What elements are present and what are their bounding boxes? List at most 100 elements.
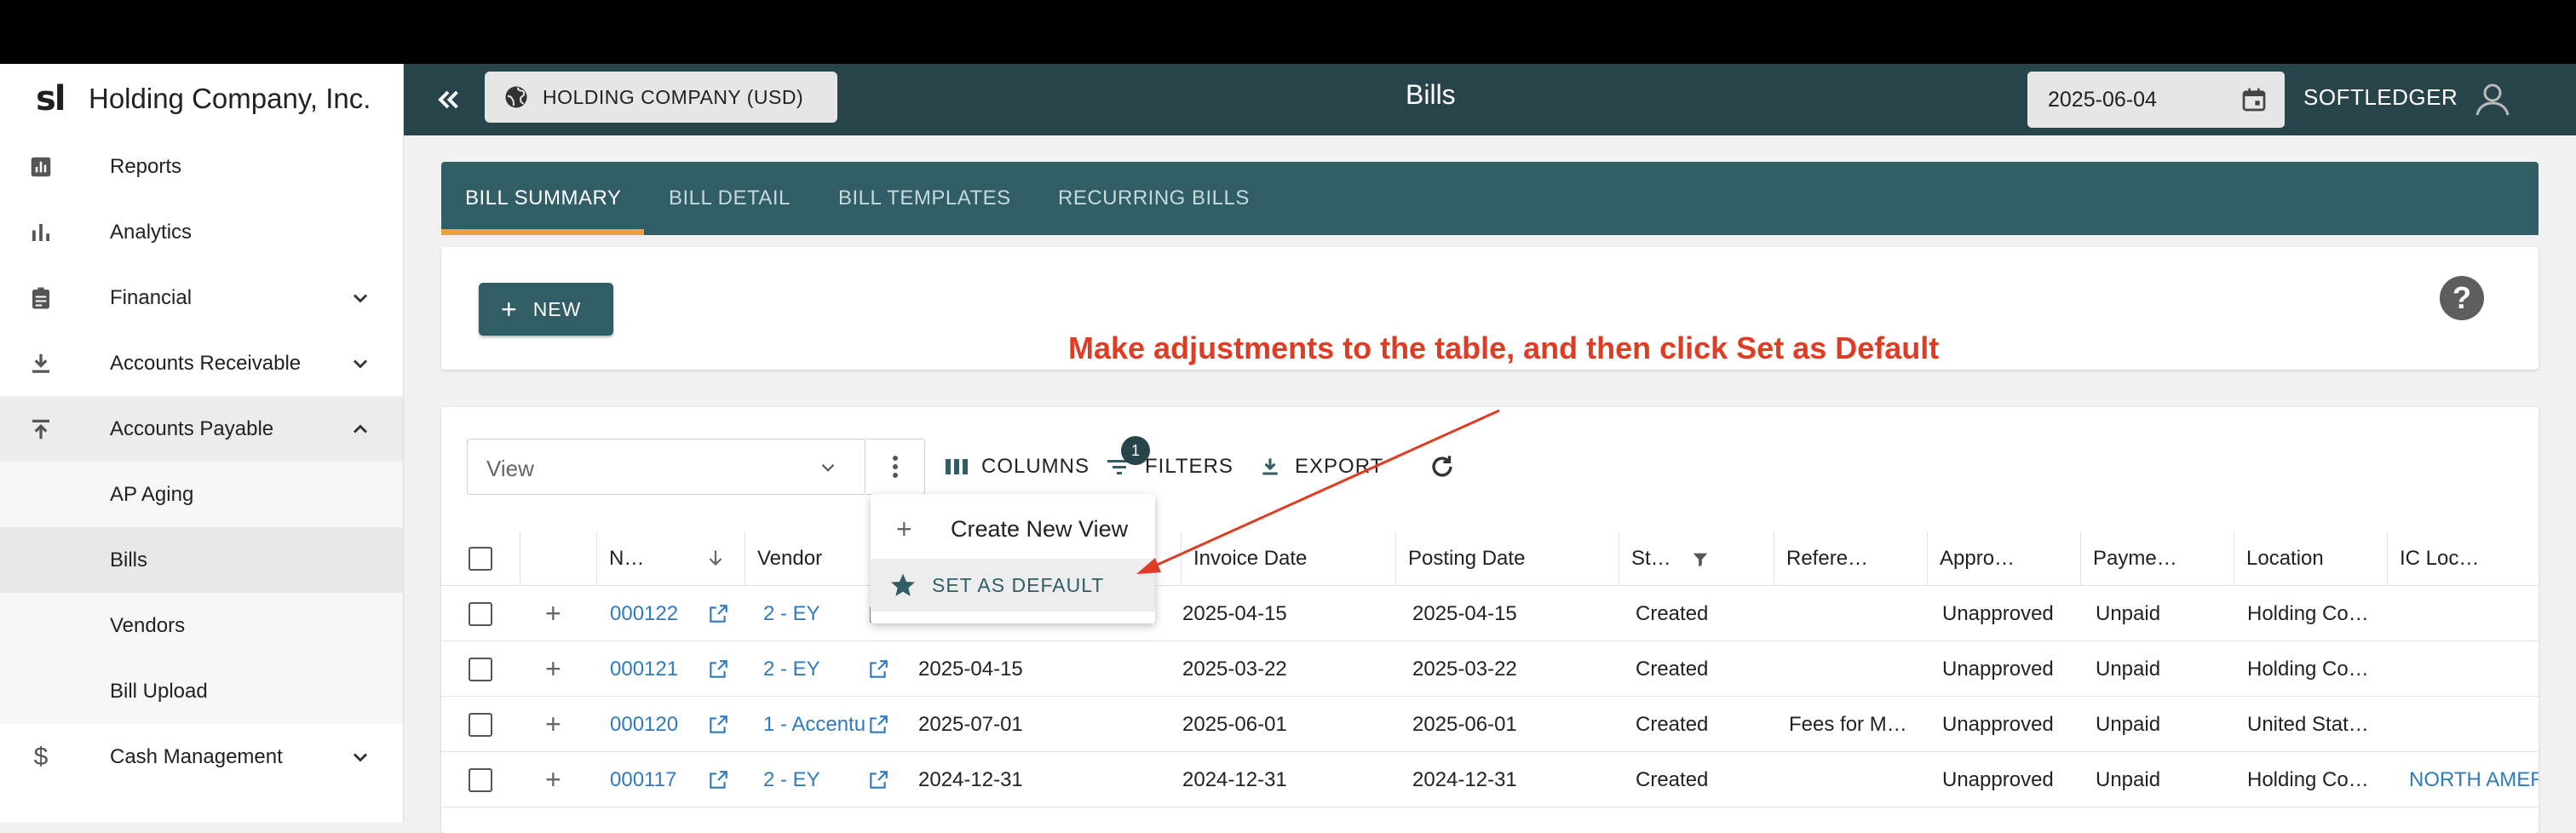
column-header-payment[interactable]: Payme… xyxy=(2080,531,2234,586)
invoice-date-cell: 2025-04-15 xyxy=(1182,601,1287,625)
sidebar-item-accounts-receivable[interactable]: Accounts Receivable xyxy=(0,330,403,396)
export-button[interactable]: EXPORT xyxy=(1259,451,1383,482)
open-external-icon[interactable] xyxy=(867,752,889,807)
reference-cell xyxy=(1789,586,1917,641)
table-row[interactable]: + 000121 2 - EY 2025-04-15 2025-03-22 20… xyxy=(441,641,2539,697)
table-row[interactable]: + 000122 2 - EY 2025-04-15 2025-04-15 Cr… xyxy=(441,586,2539,641)
bill-number-link[interactable]: 000120 xyxy=(610,697,678,752)
tab-bar: BILL SUMMARY BILL DETAIL BILL TEMPLATES … xyxy=(441,162,2539,235)
filter-icon[interactable] xyxy=(1691,550,1710,569)
ic-location-link[interactable]: NORTH AMER xyxy=(2409,752,2539,807)
chevron-down-icon xyxy=(353,752,368,762)
column-header-label: St… xyxy=(1631,547,1671,570)
sidebar-item-cash-management[interactable]: $ Cash Management xyxy=(0,724,403,790)
ic-location-link[interactable] xyxy=(2409,586,2539,641)
user-name[interactable]: SOFTLEDGER xyxy=(2303,84,2458,111)
expand-row-icon[interactable]: + xyxy=(545,641,561,697)
new-button-label: NEW xyxy=(532,297,582,320)
sidebar-item-label: Accounts Payable xyxy=(110,416,274,440)
date-picker[interactable]: 2025-06-04 xyxy=(2027,72,2285,128)
expand-row-icon[interactable]: + xyxy=(545,697,561,752)
chevron-up-icon xyxy=(353,423,368,434)
active-tab-indicator xyxy=(441,229,644,235)
plus-icon: + xyxy=(501,293,518,325)
row-checkbox[interactable] xyxy=(469,767,492,792)
row-checkbox[interactable] xyxy=(469,601,492,626)
tab-bill-detail[interactable]: BILL DETAIL xyxy=(669,162,791,235)
table-row[interactable]: + 000117 2 - EY 2024-12-31 2024-12-31 20… xyxy=(441,752,2539,807)
sidebar-item-analytics[interactable]: Analytics xyxy=(0,199,403,265)
vendor-link[interactable]: 2 - EY xyxy=(763,586,865,641)
select-all-checkbox[interactable] xyxy=(469,547,492,571)
sidebar-subitem-vendors[interactable]: Vendors xyxy=(0,593,403,658)
row-checkbox[interactable] xyxy=(469,657,492,681)
sidebar-item-reports[interactable]: Reports xyxy=(0,134,403,199)
page-title: Bills xyxy=(1406,79,1456,110)
entity-selector-button[interactable]: HOLDING COMPANY (USD) xyxy=(485,72,837,123)
calendar-icon[interactable] xyxy=(2240,86,2268,113)
column-header-reference[interactable]: Refere… xyxy=(1774,531,1927,586)
column-header-location[interactable]: Location xyxy=(2234,531,2387,586)
vendor-link[interactable]: 2 - EY xyxy=(763,641,865,697)
open-external-icon[interactable] xyxy=(867,641,889,697)
ic-location-link[interactable] xyxy=(2409,641,2539,697)
open-external-icon[interactable] xyxy=(707,586,729,641)
columns-label: COLUMNS xyxy=(981,455,1090,478)
column-header-ic-location[interactable]: IC Loc… xyxy=(2387,531,2539,586)
open-external-icon[interactable] xyxy=(707,697,729,752)
vendor-link[interactable]: 2 - EY xyxy=(763,752,865,807)
sidebar-subitem-bill-upload[interactable]: Bill Upload xyxy=(0,658,403,724)
reference-cell: Fees for M… xyxy=(1789,712,1907,736)
entity-label: HOLDING COMPANY (USD) xyxy=(543,85,804,108)
columns-button[interactable]: COLUMNS xyxy=(946,451,1090,482)
status-cell: Created xyxy=(1636,657,1709,681)
sidebar-subitem-ap-aging[interactable]: AP Aging xyxy=(0,462,403,527)
vendor-link[interactable]: 1 - Accentu xyxy=(763,697,865,752)
due-date-cell: 2025-04-15 xyxy=(918,657,1023,681)
create-new-view-menu-item[interactable]: + Create New View xyxy=(871,503,1155,555)
company-name: Holding Company, Inc. xyxy=(89,83,371,114)
new-bill-button[interactable]: + NEW xyxy=(479,283,613,336)
clipboard-icon xyxy=(27,284,55,312)
expand-row-icon[interactable]: + xyxy=(545,586,561,641)
report-icon xyxy=(27,153,55,181)
column-header-posting-date[interactable]: Posting Date xyxy=(1395,531,1619,586)
help-icon[interactable]: ? xyxy=(2440,276,2484,320)
column-header-status[interactable]: St… xyxy=(1619,531,1774,586)
column-header-invoice-date[interactable]: Invoice Date xyxy=(1181,531,1412,586)
tab-bill-summary[interactable]: BILL SUMMARY xyxy=(465,162,621,235)
tab-recurring-bills[interactable]: RECURRING BILLS xyxy=(1058,162,1250,235)
reference-cell xyxy=(1789,752,1917,807)
bill-number-link[interactable]: 000121 xyxy=(610,641,678,697)
column-header-number[interactable]: N… xyxy=(596,531,745,586)
row-checkbox[interactable] xyxy=(469,712,492,737)
chevron-down-icon xyxy=(353,359,368,369)
sidebar-item-financial[interactable]: Financial xyxy=(0,265,403,330)
chevron-down-icon xyxy=(353,293,368,303)
open-external-icon[interactable] xyxy=(867,697,889,752)
table-row[interactable]: + 000120 1 - Accentu 2025-07-01 2025-06-… xyxy=(441,697,2539,752)
tab-bill-templates[interactable]: BILL TEMPLATES xyxy=(838,162,1011,235)
set-as-default-menu-item[interactable]: SET AS DEFAULT xyxy=(871,559,1155,612)
invoice-date-cell: 2024-12-31 xyxy=(1182,767,1287,791)
view-select[interactable]: View xyxy=(467,439,865,495)
open-external-icon[interactable] xyxy=(707,752,729,807)
refresh-button[interactable] xyxy=(1428,451,1470,482)
approval-cell: Unapproved xyxy=(1942,767,2054,791)
column-header-approval[interactable]: Appro… xyxy=(1927,531,2080,586)
approval-cell: Unapproved xyxy=(1942,601,2054,625)
bill-number-link[interactable]: 000122 xyxy=(610,586,678,641)
open-external-icon[interactable] xyxy=(707,641,729,697)
sidebar-subitem-bills[interactable]: Bills xyxy=(0,527,403,593)
plus-icon: + xyxy=(896,513,912,544)
sidebar-item-label: Accounts Receivable xyxy=(110,351,302,375)
arrow-down-icon[interactable] xyxy=(704,547,727,569)
sidebar-item-accounts-payable[interactable]: Accounts Payable xyxy=(0,396,403,462)
expand-row-icon[interactable]: + xyxy=(545,752,561,807)
ic-location-link[interactable] xyxy=(2409,697,2539,752)
payment-cell: Unpaid xyxy=(2096,657,2161,681)
view-options-button[interactable] xyxy=(865,439,925,495)
collapse-sidebar-icon[interactable] xyxy=(431,84,465,115)
bill-number-link[interactable]: 000117 xyxy=(610,752,676,807)
user-avatar-icon[interactable] xyxy=(2472,79,2513,120)
